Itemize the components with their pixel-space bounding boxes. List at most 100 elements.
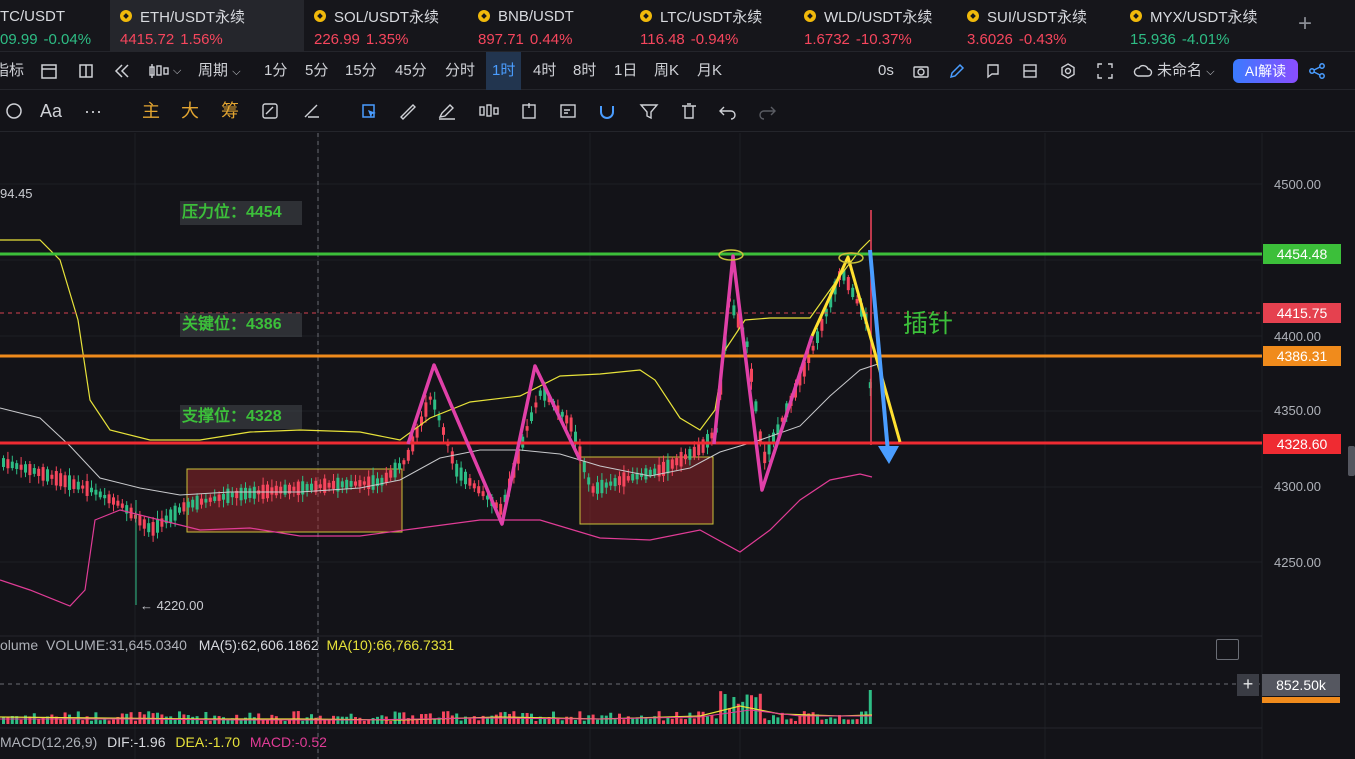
tab-symbol: BNB/USDT [498,7,574,25]
tab-myx[interactable]: MYX/USDT永续 15.936 -4.01% [1130,0,1290,52]
ai-interpret-button[interactable]: AI解读 [1233,59,1298,83]
volume-bar [855,719,859,724]
pressure-price-tag: 4454.48 [1263,244,1341,264]
interval-5m[interactable]: 5分 [305,52,328,90]
fullscreen-icon[interactable] [1096,62,1114,80]
tab-ltc[interactable]: LTC/USDT永续 116.48 -0.94% [640,0,790,52]
candle [178,507,181,513]
volume-bar [684,719,687,724]
volume-bar [732,697,736,724]
add-indicator-button[interactable]: + [1237,674,1259,696]
volume-bar [107,720,111,724]
candle [538,390,542,396]
volume-bar [2,716,5,724]
volume-bar [697,711,701,724]
brush-icon[interactable] [437,102,457,120]
volume-pane-name: olume [0,637,39,653]
settings-icon[interactable] [1059,62,1077,80]
circle-tool-icon[interactable] [4,102,24,120]
undo-icon[interactable] [718,102,738,120]
tab-symbol: TC/USDT [0,7,65,25]
price-chart[interactable] [0,133,1355,759]
interval-1h[interactable]: 1时 [486,52,522,90]
tab-sol[interactable]: SOL/USDT永续 226.99 1.35% [314,0,464,52]
calendar-icon[interactable] [40,62,58,80]
ticker-tab-bar: TC/USDT 09.99 -0.04% ETH/USDT永续 4415.72 1.… [0,0,1355,52]
tab-bnb[interactable]: BNB/USDT 897.71 0.44% [478,0,618,52]
tab-eth[interactable]: ETH/USDT永续 4415.72 1.56% [110,0,304,52]
interval-8h[interactable]: 8时 [573,52,596,90]
candle [604,482,608,488]
candle [195,495,199,510]
volume-bar [596,719,599,724]
pencil-icon[interactable] [948,62,966,80]
cloud-icon[interactable] [1133,62,1153,80]
ruler-icon[interactable] [398,102,418,120]
filter-icon[interactable] [639,102,659,120]
coin-icon [314,10,326,22]
scroll-handle[interactable] [1348,446,1355,476]
interval-4h[interactable]: 4时 [533,52,556,90]
eraser-icon[interactable] [302,102,322,120]
candle [384,472,388,483]
alert-icon[interactable] [984,62,1002,80]
interval-week[interactable]: 周K [654,52,679,90]
candle [90,487,93,493]
volume-value: VOLUME:31,645.0340 [46,637,187,653]
tab-wld[interactable]: WLD/USDT永续 1.6732 -10.37% [804,0,954,52]
clipboard-icon[interactable] [519,102,539,120]
rewind-icon[interactable] [113,62,131,80]
candle [354,481,357,486]
candle [644,468,648,480]
magnet-icon[interactable] [597,102,617,120]
volume-ma5: MA(5):62,606.1862 [198,637,319,653]
cursor-tool-icon[interactable] [360,102,380,120]
volume-bar [376,716,379,724]
interval-timeshare[interactable]: 分时 [445,52,475,90]
add-tab-button[interactable]: + [1298,10,1312,38]
chevron-down-icon[interactable]: ⌵ [173,52,181,90]
more-tools-button[interactable]: ··· [84,90,102,132]
candle [292,486,296,491]
expand-pane-icon[interactable] [1216,639,1239,660]
candle [600,479,604,494]
interval-45m[interactable]: 45分 [395,52,427,90]
interval-1d[interactable]: 1日 [614,52,637,90]
share-icon[interactable] [1308,62,1326,80]
large-order-button[interactable]: 大 [181,90,199,132]
candle [816,331,819,343]
indicator-button[interactable]: 指标 [0,52,24,90]
volume-bar [811,712,815,724]
volume-bar [745,694,749,724]
chip-distribution-button[interactable]: 筹 [221,90,239,132]
tab-btc[interactable]: TC/USDT 09.99 -0.04% [0,0,105,52]
candle [591,486,595,493]
grid-settings-icon[interactable] [1021,62,1039,80]
tab-sui[interactable]: SUI/USDT永续 3.6026 -0.43% [967,0,1117,52]
interval-15m[interactable]: 15分 [345,52,377,90]
candle [147,523,151,533]
interval-month[interactable]: 月K [697,52,722,90]
interval-1m[interactable]: 1分 [264,52,287,90]
main-chart-button[interactable]: 主 [142,90,160,132]
volume-bar [169,716,173,724]
candle [732,305,736,316]
candle [596,482,599,494]
trash-icon[interactable] [679,102,699,120]
period-dropdown[interactable]: 周期 ⌵ [198,52,241,90]
candles-icon[interactable] [478,102,500,120]
volume-bar [714,718,718,724]
layout-icon[interactable] [77,62,95,80]
tab-change: -0.43% [1018,31,1067,48]
candle-type-icon[interactable] [148,62,170,80]
candle [10,461,14,469]
camera-icon[interactable] [912,62,930,80]
candle [340,481,344,488]
layout-name-dropdown[interactable]: 未命名 ⌵ [1157,52,1215,90]
candle [15,463,19,469]
note-edit-icon[interactable] [558,102,578,120]
redo-icon[interactable] [757,102,777,120]
text-tool-button[interactable]: Aa [40,90,62,132]
sync-edit-icon[interactable] [260,102,280,120]
candle [107,494,111,504]
